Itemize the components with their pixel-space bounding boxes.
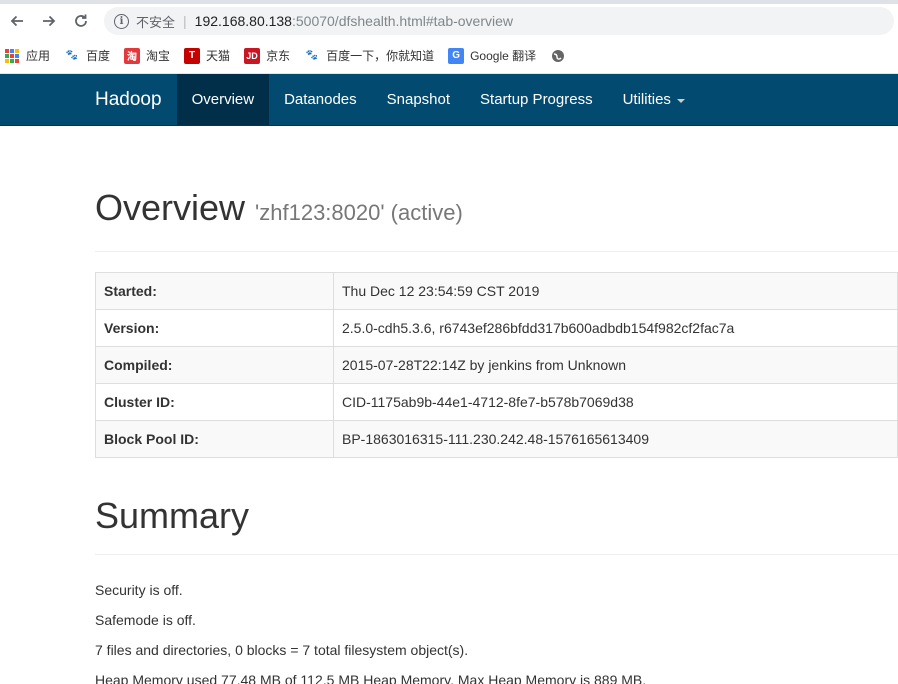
hadoop-navbar: Hadoop Overview Datanodes Snapshot Start…	[0, 74, 898, 126]
overview-table: Started: Thu Dec 12 23:54:59 CST 2019 Ve…	[95, 272, 898, 458]
tab-utilities-label: Utilities	[622, 91, 671, 108]
bookmark-label: 百度	[86, 49, 111, 63]
taobao-icon: 淘	[124, 47, 141, 64]
insecure-label: 不安全	[136, 14, 176, 30]
overview-header: Overview 'zhf123:8020' (active)	[95, 186, 898, 252]
bookmark-label: Google 翻译	[470, 49, 537, 63]
table-row: Cluster ID: CID-1175ab9b-44e1-4712-8fe7-…	[95, 383, 898, 421]
summary-title: Summary	[95, 495, 250, 536]
baidu-paw-icon: 🐾	[305, 50, 319, 61]
jd-icon: JD	[244, 47, 261, 64]
tab-startup-progress[interactable]: Startup Progress	[465, 74, 608, 125]
summary-header: Summary	[95, 494, 898, 555]
row-key: Block Pool ID:	[95, 420, 334, 458]
url-path: :50070/dfshealth.html#tab-overview	[291, 13, 514, 29]
row-value: 2.5.0-cdh5.3.6, r6743ef286bfdd317b600adb…	[333, 309, 898, 347]
bookmark-label: 淘宝	[146, 49, 171, 63]
google-translate-icon: G	[448, 47, 465, 64]
url-host: 192.168.80.138	[194, 13, 292, 29]
bookmark-baidu[interactable]: 🐾 百度	[64, 47, 110, 64]
address-separator: |	[183, 13, 187, 29]
tmall-icon: T	[184, 47, 201, 64]
browser-toolbar: i 不安全 | 192.168.80.138:50070/dfshealth.h…	[0, 4, 898, 38]
summary-heap-memory: Heap Memory used 77.48 MB of 112.5 MB He…	[95, 672, 647, 684]
bookmark-google-translate[interactable]: G Google 翻译	[448, 47, 536, 64]
globe-icon	[550, 48, 566, 64]
table-row: Version: 2.5.0-cdh5.3.6, r6743ef286bfdd3…	[95, 309, 898, 347]
bookmark-globe[interactable]	[550, 48, 572, 64]
row-key: Cluster ID:	[95, 383, 334, 421]
row-value: 2015-07-28T22:14Z by jenkins from Unknow…	[333, 346, 898, 384]
row-value: Thu Dec 12 23:54:59 CST 2019	[333, 272, 898, 310]
table-row: Compiled: 2015-07-28T22:14Z by jenkins f…	[95, 346, 898, 384]
row-key: Compiled:	[95, 346, 334, 384]
bookmark-label: 京东	[266, 49, 291, 63]
bookmark-label: 应用	[26, 49, 51, 63]
table-row: Block Pool ID: BP-1863016315-111.230.242…	[95, 420, 898, 458]
chevron-down-icon	[676, 98, 685, 103]
info-icon[interactable]: i	[114, 13, 129, 29]
row-value: BP-1863016315-111.230.242.48-15761656134…	[333, 420, 898, 458]
row-value: CID-1175ab9b-44e1-4712-8fe7-b578b7069d38	[333, 383, 898, 421]
address-bar[interactable]: i 不安全 | 192.168.80.138:50070/dfshealth.h…	[104, 7, 894, 35]
baidu-paw-icon: 🐾	[65, 50, 79, 61]
tab-overview[interactable]: Overview	[176, 74, 270, 125]
summary-lines: Security is off. Safemode is off. 7 file…	[95, 575, 898, 684]
overview-title: Overview 'zhf123:8020' (active)	[95, 186, 898, 235]
bookmark-jd[interactable]: JD 京东	[244, 47, 290, 64]
apps-grid-icon	[5, 48, 19, 63]
bookmarks-bar: 应用 🐾 百度 淘 淘宝 T 天猫 JD 京东 🐾 百度一下，你就知道 G Go…	[0, 38, 898, 74]
back-arrow-icon[interactable]	[2, 6, 32, 36]
tab-utilities[interactable]: Utilities	[608, 74, 700, 125]
row-key: Version:	[95, 309, 334, 347]
main-content: Overview 'zhf123:8020' (active) Started:…	[0, 186, 898, 684]
overview-title-text: Overview	[95, 187, 246, 228]
row-key: Started:	[95, 272, 334, 310]
navbar-brand[interactable]: Hadoop	[80, 74, 177, 125]
table-row: Started: Thu Dec 12 23:54:59 CST 2019	[95, 272, 898, 310]
overview-subtitle: 'zhf123:8020' (active)	[255, 200, 463, 225]
bookmark-baidu-search[interactable]: 🐾 百度一下，你就知道	[304, 47, 434, 64]
summary-safemode: Safemode is off.	[95, 612, 196, 628]
forward-arrow-icon[interactable]	[34, 6, 64, 36]
bookmark-apps[interactable]: 应用	[5, 47, 50, 64]
summary-security: Security is off.	[95, 582, 183, 598]
reload-icon[interactable]	[66, 6, 96, 36]
summary-filesystem-objects: 7 files and directories, 0 blocks = 7 to…	[95, 642, 469, 658]
bookmark-taobao[interactable]: 淘 淘宝	[124, 47, 170, 64]
tab-snapshot[interactable]: Snapshot	[372, 74, 465, 125]
bookmark-tmall[interactable]: T 天猫	[184, 47, 230, 64]
bookmark-label: 天猫	[206, 49, 231, 63]
tab-datanodes[interactable]: Datanodes	[269, 74, 372, 125]
bookmark-label: 百度一下，你就知道	[326, 49, 435, 63]
